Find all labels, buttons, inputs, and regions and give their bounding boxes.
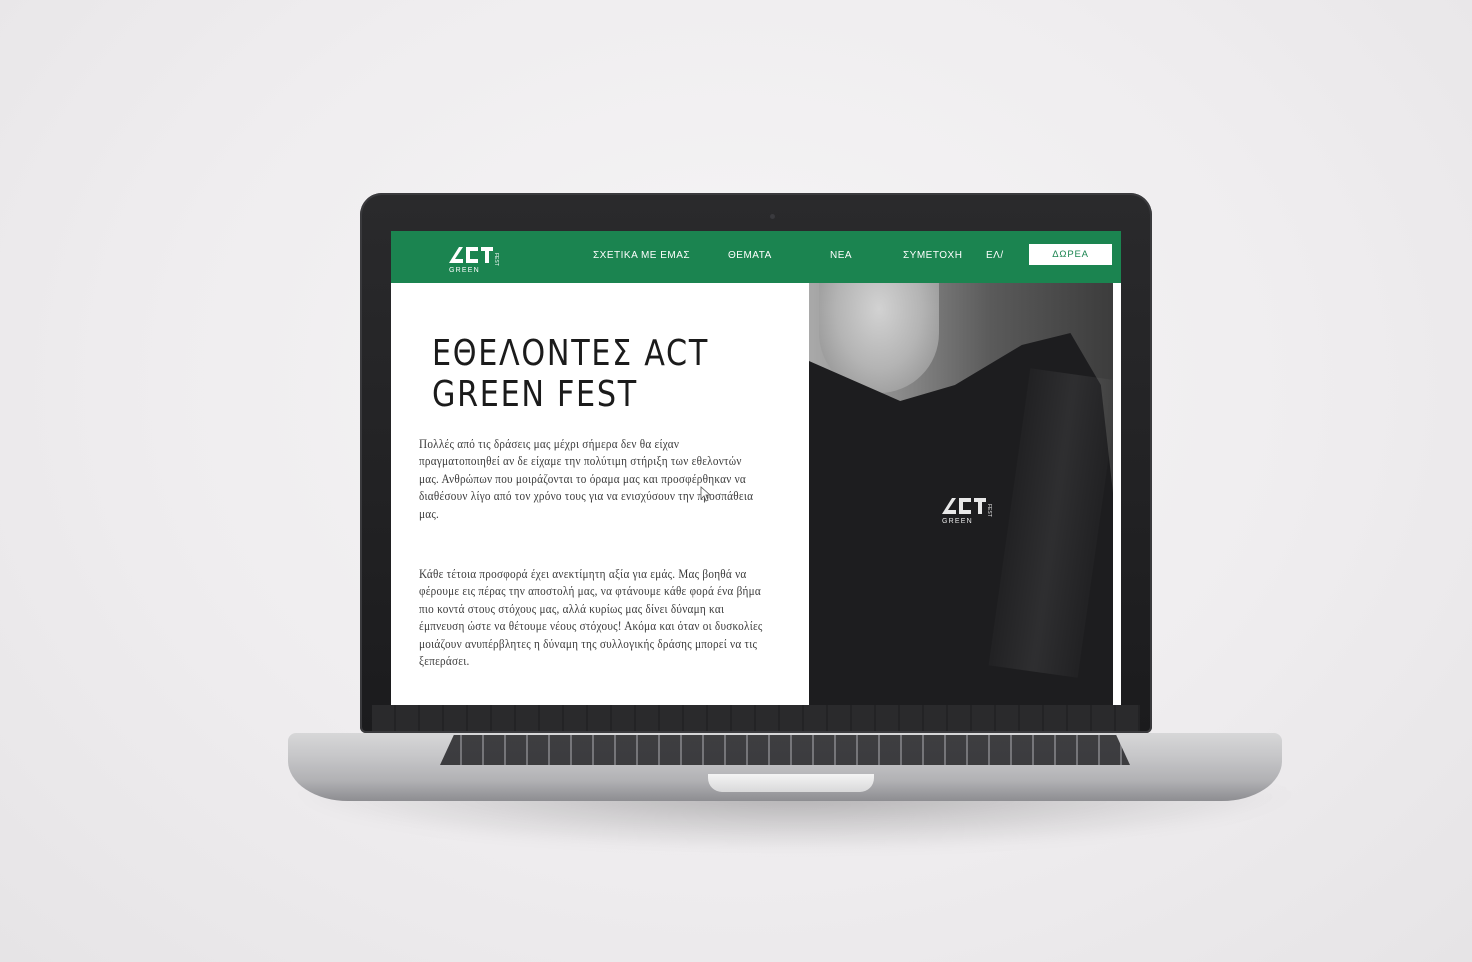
- page-title: ΕΘΕΛΟΝΤΕΣ ACT GREEN FEST: [432, 333, 718, 415]
- act-green-fest-logo[interactable]: GREEN FEST: [445, 241, 499, 275]
- website-screen: GREEN FEST ΣΧΕΤΙΚΑ ΜΕ ΕΜΑΣ ΘΕΜΑΤΑ ΝΕΑ ΣΥ…: [391, 231, 1121, 705]
- laptop-opening-notch: [708, 774, 874, 792]
- shirt-act-logo: GREEN FEST: [942, 498, 992, 525]
- language-switch[interactable]: ΕΛ/: [986, 250, 1004, 261]
- laptop-mockup-scene: GREEN FEST ΣΧΕΤΙΚΑ ΜΕ ΕΜΑΣ ΘΕΜΑΤΑ ΝΕΑ ΣΥ…: [0, 0, 1472, 962]
- nav-item-news[interactable]: ΝΕΑ: [830, 250, 852, 261]
- webcam: [770, 214, 775, 219]
- volunteer-photo: GREEN FEST: [809, 283, 1113, 705]
- nav-item-topics[interactable]: ΘΕΜΑΤΑ: [728, 250, 772, 261]
- content-column: ΕΘΕΛΟΝΤΕΣ ACT GREEN FEST Πολλές από τις …: [391, 283, 809, 705]
- mouse-pointer-icon: [700, 486, 712, 502]
- shirt-logo-word-fest: FEST: [986, 504, 992, 517]
- page-title-line-2: GREEN FEST: [432, 374, 638, 415]
- laptop-keyboard: [440, 735, 1130, 765]
- logo-word-fest: FEST: [493, 253, 499, 266]
- nav-item-participation[interactable]: ΣΥΜΕΤΟΧΗ: [903, 250, 962, 261]
- logo-word-green: GREEN: [449, 267, 480, 274]
- donate-button[interactable]: ΔΩΡΕΑ: [1029, 244, 1112, 265]
- shirt-logo-word-green: GREEN: [942, 518, 973, 525]
- intro-paragraph: Πολλές από τις δράσεις μας μέχρι σήμερα …: [419, 436, 754, 521]
- page-title-line-1: ΕΘΕΛΟΝΤΕΣ ACT: [432, 333, 710, 374]
- top-navigation: GREEN FEST ΣΧΕΤΙΚΑ ΜΕ ΕΜΑΣ ΘΕΜΑΤΑ ΝΕΑ ΣΥ…: [391, 231, 1121, 283]
- body-paragraph: Κάθε τέτοια προσφορά έχει ανεκτίμητη αξί…: [419, 566, 763, 669]
- nav-item-about[interactable]: ΣΧΕΤΙΚΑ ΜΕ ΕΜΑΣ: [593, 250, 690, 261]
- laptop-hinge: [372, 705, 1140, 731]
- screen-right-margin: [1113, 283, 1121, 705]
